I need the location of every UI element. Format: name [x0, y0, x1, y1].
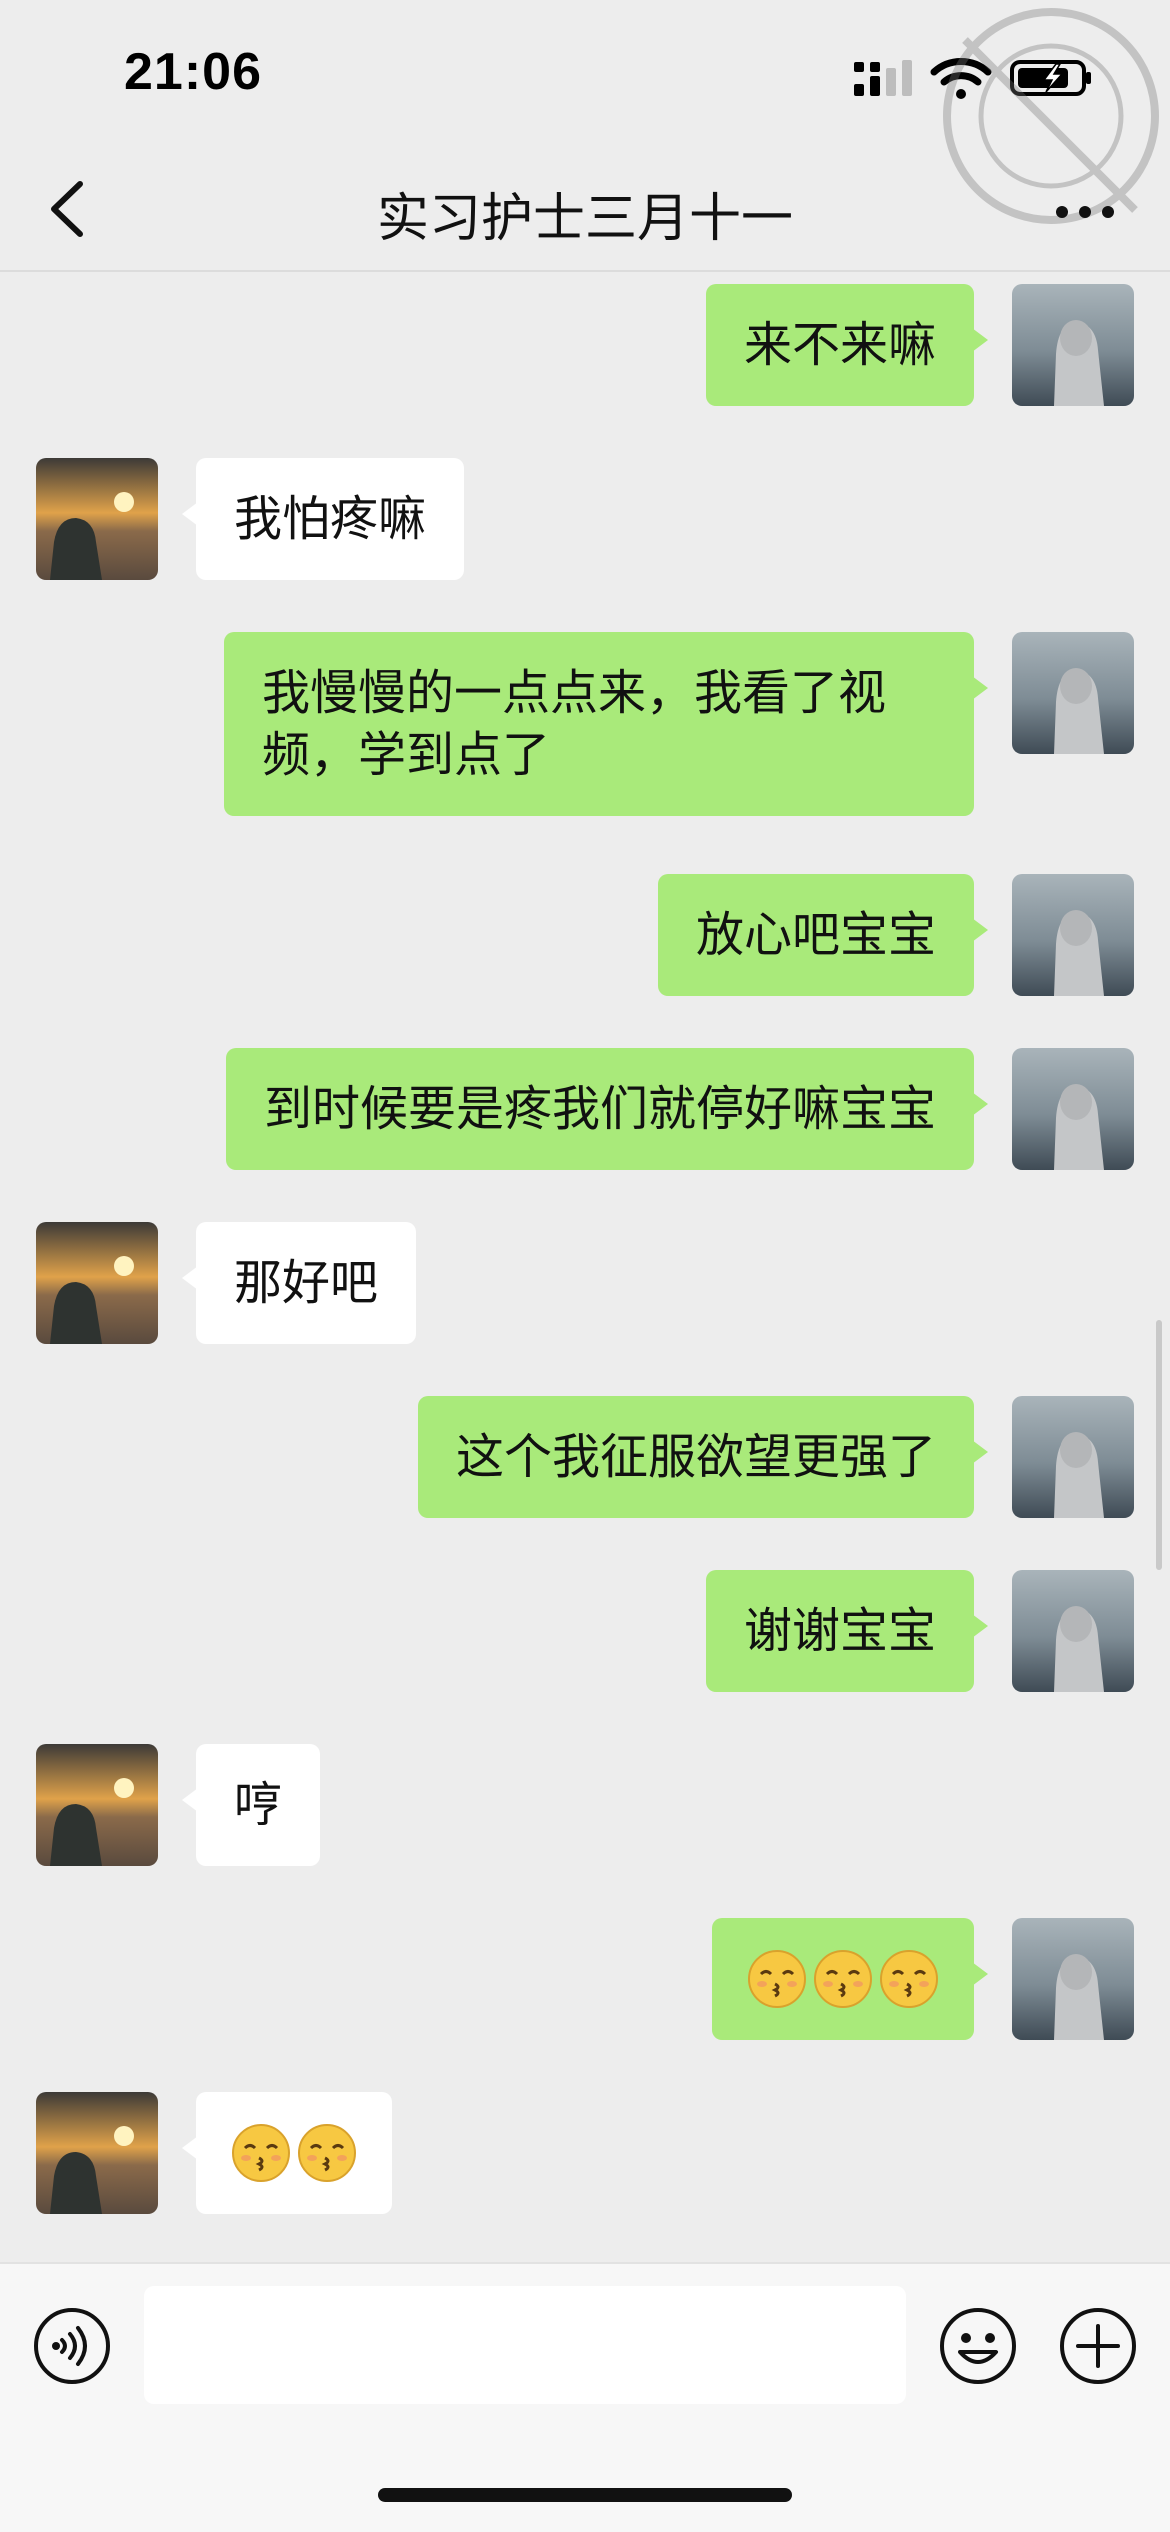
kissing-face-icon: [232, 2124, 290, 2182]
my-avatar[interactable]: [1012, 1918, 1134, 2040]
contact-avatar[interactable]: [36, 1222, 158, 1344]
ellipsis-icon[interactable]: [1050, 192, 1120, 232]
voice-icon[interactable]: [32, 2306, 112, 2386]
message-bubble[interactable]: [182, 2092, 392, 2214]
message-bubble[interactable]: [712, 1918, 988, 2040]
contact-avatar[interactable]: [36, 2092, 158, 2214]
my-avatar[interactable]: [1012, 1396, 1134, 1518]
scroll-indicator[interactable]: [1156, 1320, 1162, 1570]
plus-icon[interactable]: [1058, 2306, 1138, 2386]
emoji-group: [230, 2122, 358, 2184]
my-avatar[interactable]: [1012, 1570, 1134, 1692]
smiley-icon[interactable]: [938, 2306, 1018, 2386]
message-row: [0, 1918, 1170, 2042]
message-bubble[interactable]: 这个我征服欲望更强了: [417, 1396, 989, 1518]
message-row: 我怕疼嘛: [0, 458, 1170, 582]
kissing-face-icon: [748, 1950, 806, 2008]
message-row: 那好吧: [0, 1222, 1170, 1346]
message-row: 到时候要是疼我们就停好嘛宝宝: [0, 1048, 1170, 1172]
message-row: [0, 2092, 1170, 2216]
contact-avatar[interactable]: [36, 1744, 158, 1866]
message-bubble[interactable]: 那好吧: [181, 1222, 417, 1344]
message-text: 谢谢宝宝: [743, 1603, 936, 1659]
message-row: 来不来嘛: [0, 284, 1170, 408]
message-bubble[interactable]: 到时候要是疼我们就停好嘛宝宝: [225, 1048, 989, 1170]
my-avatar[interactable]: [1012, 874, 1134, 996]
contact-avatar[interactable]: [36, 458, 158, 580]
message-bubble[interactable]: 谢谢宝宝: [705, 1570, 989, 1692]
message-bubble[interactable]: 来不来嘛: [705, 284, 989, 406]
message-row: 我慢慢的一点点来，我看了视频，学到点了: [0, 632, 1170, 822]
message-row: 这个我征服欲望更强了: [0, 1396, 1170, 1520]
message-text: 放心吧宝宝: [695, 907, 936, 963]
message-input[interactable]: [144, 2286, 906, 2404]
message-row: 哼: [0, 1744, 1170, 1868]
message-text: 那好吧: [234, 1255, 379, 1311]
message-bubble[interactable]: 我慢慢的一点点来，我看了视频，学到点了: [224, 632, 988, 816]
message-row: 谢谢宝宝: [0, 1570, 1170, 1694]
kissing-face-icon: [880, 1950, 938, 2008]
chat-title: 实习护士三月十一: [376, 189, 793, 249]
cellular-signal-icon: [854, 60, 912, 96]
message-row: 放心吧宝宝: [0, 874, 1170, 998]
kissing-face-icon: [298, 2124, 356, 2182]
kissing-face-icon: [814, 1950, 872, 2008]
message-bubble[interactable]: 我怕疼嘛: [181, 458, 465, 580]
message-text: 我怕疼嘛: [234, 491, 427, 547]
message-text: 哼: [234, 1777, 283, 1833]
message-text: 来不来嘛: [743, 317, 936, 373]
message-text: 这个我征服欲望更强了: [455, 1429, 936, 1485]
my-avatar[interactable]: [1012, 632, 1134, 754]
my-avatar[interactable]: [1012, 284, 1134, 406]
message-list[interactable]: 来不来嘛 我怕疼嘛 我慢慢的一点点来，我看了视频，学到点了 放心吧宝宝 到时候要…: [0, 272, 1170, 2262]
message-text: 到时候要是疼我们就停好嘛宝宝: [263, 1081, 936, 1137]
home-indicator[interactable]: [378, 2488, 792, 2502]
message-bubble[interactable]: 放心吧宝宝: [657, 874, 989, 996]
message-bubble[interactable]: 哼: [181, 1744, 321, 1866]
my-avatar[interactable]: [1012, 1048, 1134, 1170]
emoji-group: [746, 1948, 940, 2010]
status-time: 21:06: [124, 43, 262, 101]
chat-header: 实习护士三月十一: [0, 150, 1170, 272]
chevron-left-icon[interactable]: [40, 174, 100, 244]
message-text: 我慢慢的一点点来，我看了视频，学到点了: [262, 665, 887, 783]
